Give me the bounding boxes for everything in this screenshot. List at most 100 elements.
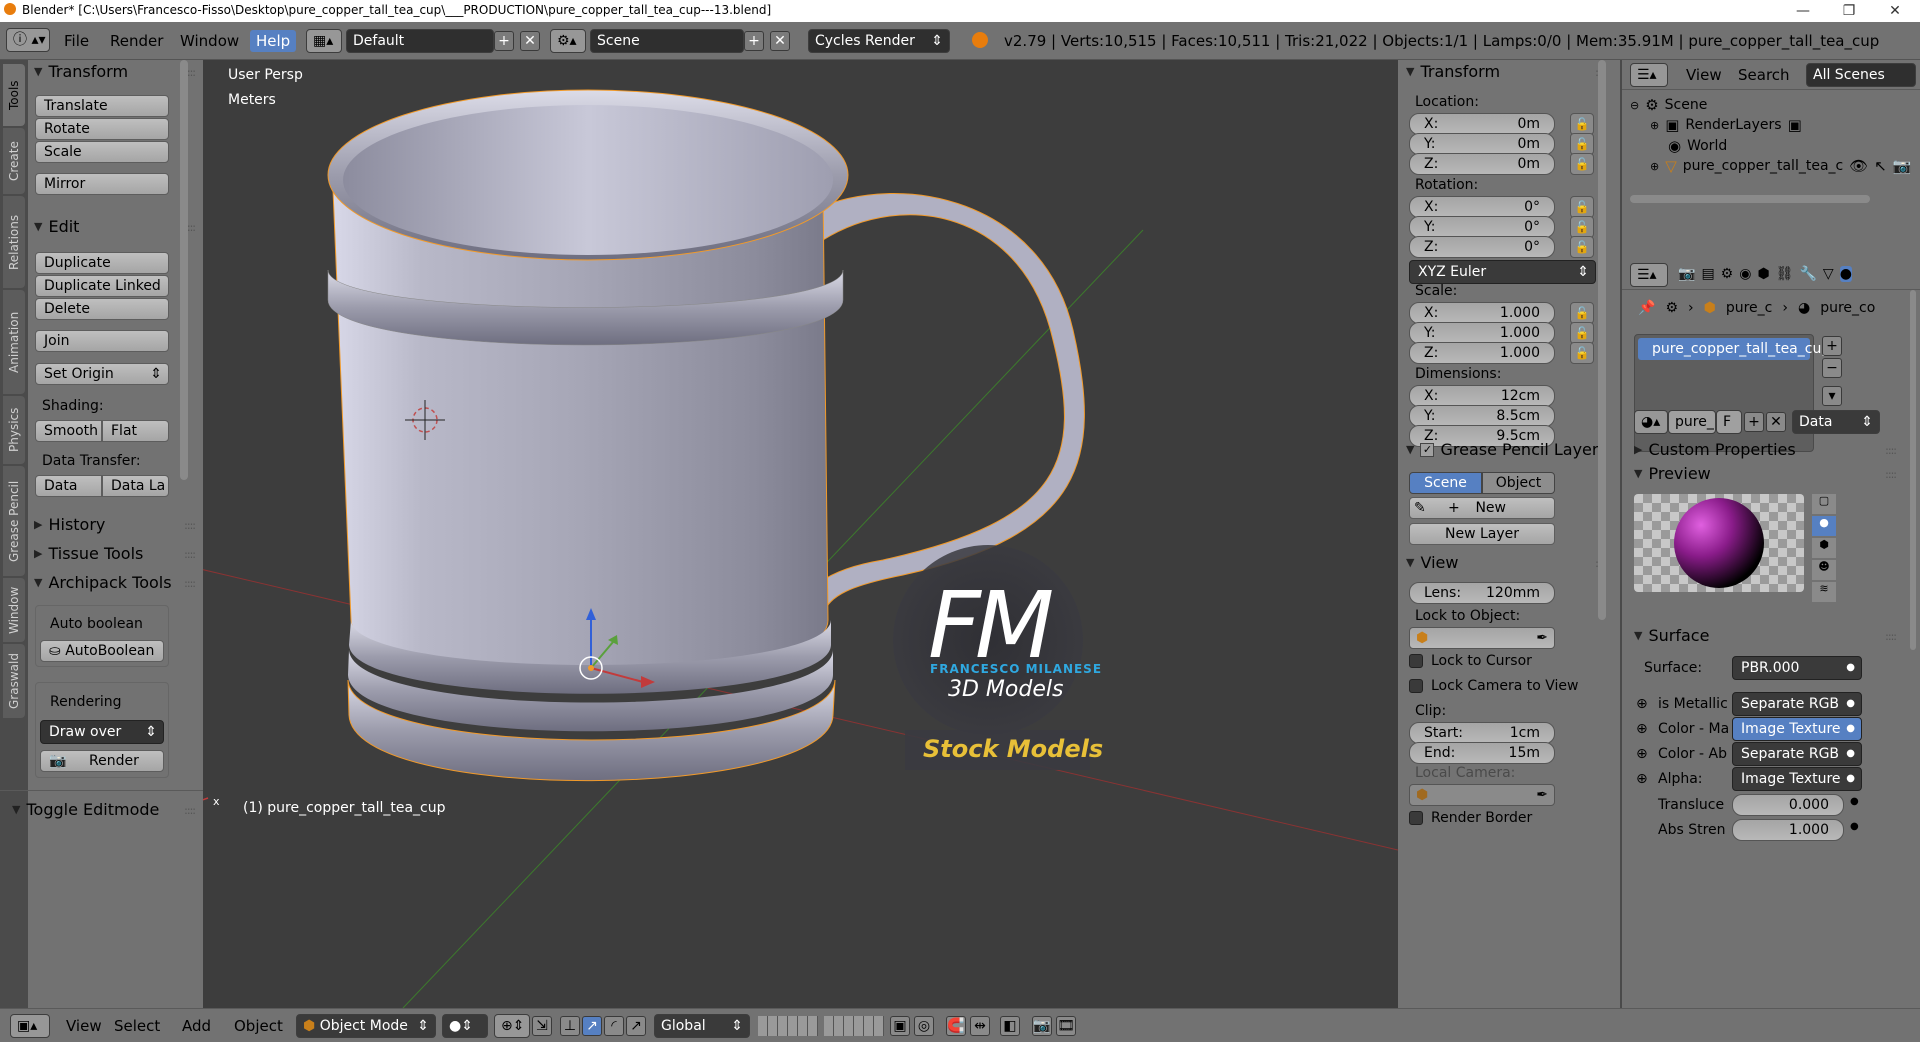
material-name-field[interactable]: pure_ — [1668, 410, 1716, 434]
render-layers-tab-icon[interactable]: ▤ — [1701, 266, 1714, 282]
mode-dropdown[interactable]: ⬢ Object Mode ⇕ — [296, 1014, 436, 1038]
lock-to-cursor-checkbox[interactable]: Lock to Cursor — [1409, 653, 1532, 669]
clip-start-field[interactable]: Start: 1cm — [1409, 722, 1555, 744]
close-icon[interactable]: ✕ — [1872, 0, 1918, 22]
menu-add[interactable]: Add — [176, 1015, 217, 1037]
drag-grip-icon[interactable]: :::: — [1885, 630, 1897, 643]
preview-hair-icon[interactable]: ≋ — [1812, 582, 1836, 602]
snap-icon[interactable]: 🧲 — [946, 1016, 966, 1036]
duplicate-button[interactable]: Duplicate — [35, 252, 169, 274]
preview-flat-icon[interactable]: ▢ — [1812, 494, 1836, 514]
input-link-dropdown[interactable]: Image Texture ● — [1732, 717, 1862, 741]
render-button[interactable]: 📷 Render — [40, 750, 164, 772]
smooth-button[interactable]: Smooth — [35, 420, 102, 442]
renderlayer-toggle-icon[interactable]: ▣ — [1788, 116, 1802, 134]
edit-panel-header[interactable]: ▼ Edit — [34, 217, 79, 236]
remove-slot-icon[interactable]: − — [1822, 358, 1842, 378]
new-grease-button[interactable]: ✎ + New — [1409, 497, 1555, 519]
n-panel-scrollbar[interactable] — [1598, 60, 1606, 620]
grease-scene-tab[interactable]: Scene — [1409, 472, 1482, 494]
socket-toggle-icon[interactable]: ⊕ — [1636, 771, 1648, 787]
tab-window[interactable]: Window — [3, 578, 25, 642]
material-slot-row[interactable]: pure_copper_tall_tea_cup — [1638, 338, 1830, 360]
socket-toggle-icon[interactable]: ⊕ — [1636, 746, 1648, 762]
drag-grip-icon[interactable]: :::: — [184, 519, 196, 532]
auto-boolean-button[interactable]: ⛀ AutoBoolean — [40, 640, 164, 662]
socket-toggle-icon[interactable]: ⊕ — [1636, 721, 1648, 737]
archipack-panel-header[interactable]: ▼ Archipack Tools — [34, 573, 172, 592]
lock-icon[interactable]: 🔓 — [1570, 322, 1594, 344]
render-border-checkbox[interactable]: Render Border — [1409, 810, 1532, 826]
rotation-x-field[interactable]: X: 0° — [1409, 196, 1555, 218]
drag-grip-icon[interactable]: :::: — [1885, 444, 1897, 457]
render-engine-dropdown[interactable]: Cycles Render ⇕ — [808, 29, 950, 53]
pivot-icon[interactable]: ⊕⇕ — [494, 1014, 530, 1038]
drag-grip-icon[interactable]: :::: — [184, 548, 196, 561]
layers-grid-1[interactable] — [758, 1016, 818, 1036]
shading-dropdown[interactable]: ●⇕ — [442, 1014, 488, 1038]
menu-window[interactable]: Window — [174, 30, 245, 52]
3d-viewport[interactable]: User Persp Meters FM FRANCESCO MILANESE … — [203, 60, 1398, 1008]
lock-icon[interactable]: 🔓 — [1570, 153, 1594, 175]
outliner-hscrollbar[interactable] — [1630, 195, 1870, 203]
lock-icon[interactable]: 🔓 — [1570, 236, 1594, 258]
scene-field[interactable]: Scene — [590, 29, 744, 53]
transform-panel-header[interactable]: ▼ Transform — [34, 62, 128, 81]
remove-scene-icon[interactable]: ✕ — [770, 31, 790, 51]
rotate-button[interactable]: Rotate — [35, 118, 169, 140]
visibility-eye-icon[interactable]: 👁 — [1849, 157, 1868, 175]
render-camera-icon[interactable]: 📷 — [1893, 157, 1912, 175]
tab-create[interactable]: Create — [3, 128, 25, 194]
lock-icon[interactable]: 🔓 — [1570, 133, 1594, 155]
lock-icon[interactable]: 🔓 — [1570, 342, 1594, 364]
checkbox-checked-icon[interactable]: ✓ — [1420, 442, 1435, 457]
properties-editor-icon[interactable]: ☰▴ — [1630, 263, 1668, 287]
manipulator-toggle-icon[interactable]: ⇲ — [532, 1016, 552, 1036]
data-layout-button[interactable]: Data La — [102, 475, 169, 497]
add-scene-icon[interactable]: + — [744, 31, 764, 51]
menu-view[interactable]: View — [60, 1015, 108, 1037]
material-browse-icon[interactable]: ◕▴ — [1634, 410, 1668, 434]
location-z-field[interactable]: Z: 0m — [1409, 153, 1555, 175]
input-link-dropdown[interactable]: Image Texture ● — [1732, 767, 1862, 791]
preview-cube-icon[interactable]: ⬢ — [1812, 538, 1836, 558]
outliner-row-scene[interactable]: ⊖ ⚙ Scene — [1630, 96, 1707, 114]
menu-help[interactable]: Help — [250, 30, 297, 52]
join-button[interactable]: Join — [35, 330, 169, 352]
input-link-dropdown[interactable]: Separate RGB ● — [1732, 742, 1862, 766]
fake-user-toggle[interactable]: F — [1716, 410, 1742, 434]
world-tab-icon[interactable]: ◉ — [1739, 266, 1751, 282]
scale-button[interactable]: Scale — [35, 141, 169, 163]
n-transform-header[interactable]: ▼ Transform — [1406, 62, 1500, 81]
lock-icon[interactable]: 🔓 — [1570, 216, 1594, 238]
draw-over-dropdown[interactable]: Draw over ⇕ — [40, 720, 164, 744]
outliner-row-world[interactable]: ◉ World — [1668, 137, 1727, 155]
manipulator-icon[interactable]: ⊥ — [560, 1016, 580, 1036]
rotation-mode-dropdown[interactable]: XYZ Euler ⇕ — [1409, 260, 1596, 284]
properties-scrollbar[interactable] — [1910, 290, 1916, 650]
input-link-dropdown[interactable]: Separate RGB ● — [1732, 692, 1862, 716]
tab-graswald[interactable]: Graswald — [3, 644, 25, 718]
modifiers-tab-icon[interactable]: 🔧 — [1799, 266, 1816, 282]
remove-layout-icon[interactable]: ✕ — [520, 31, 540, 51]
dimension-y-field[interactable]: Y: 8.5cm — [1409, 405, 1555, 427]
rotation-y-field[interactable]: Y: 0° — [1409, 216, 1555, 238]
proportional-edit-icon[interactable]: ◎ — [914, 1016, 934, 1036]
outliner-search-menu[interactable]: Search — [1732, 64, 1796, 86]
tab-relations[interactable]: Relations — [3, 196, 25, 288]
socket-toggle-icon[interactable]: ⊕ — [1636, 696, 1648, 712]
set-origin-dropdown[interactable]: Set Origin ⇕ — [35, 363, 169, 385]
menu-select[interactable]: Select — [108, 1015, 166, 1037]
lens-field[interactable]: Lens: 120mm — [1409, 582, 1555, 604]
scene-icon[interactable]: ⚙▴ — [550, 29, 586, 53]
new-layer-button[interactable]: New Layer — [1409, 523, 1555, 545]
scene-tab-icon[interactable]: ⚙ — [1721, 266, 1734, 282]
editor-type-selector[interactable]: ⓘ ▴▾ — [6, 28, 50, 52]
tab-physics[interactable]: Physics — [3, 396, 25, 464]
preview-sphere-icon[interactable]: ● — [1812, 516, 1836, 536]
layers-grid-2[interactable] — [824, 1016, 884, 1036]
translucence-slider[interactable]: 0.000 — [1732, 794, 1844, 816]
drag-grip-icon[interactable]: :::: — [184, 804, 196, 817]
outliner-editor-icon[interactable]: ☰▴ — [1630, 63, 1668, 87]
viewport-editor-icon[interactable]: ▣▴ — [10, 1014, 50, 1038]
